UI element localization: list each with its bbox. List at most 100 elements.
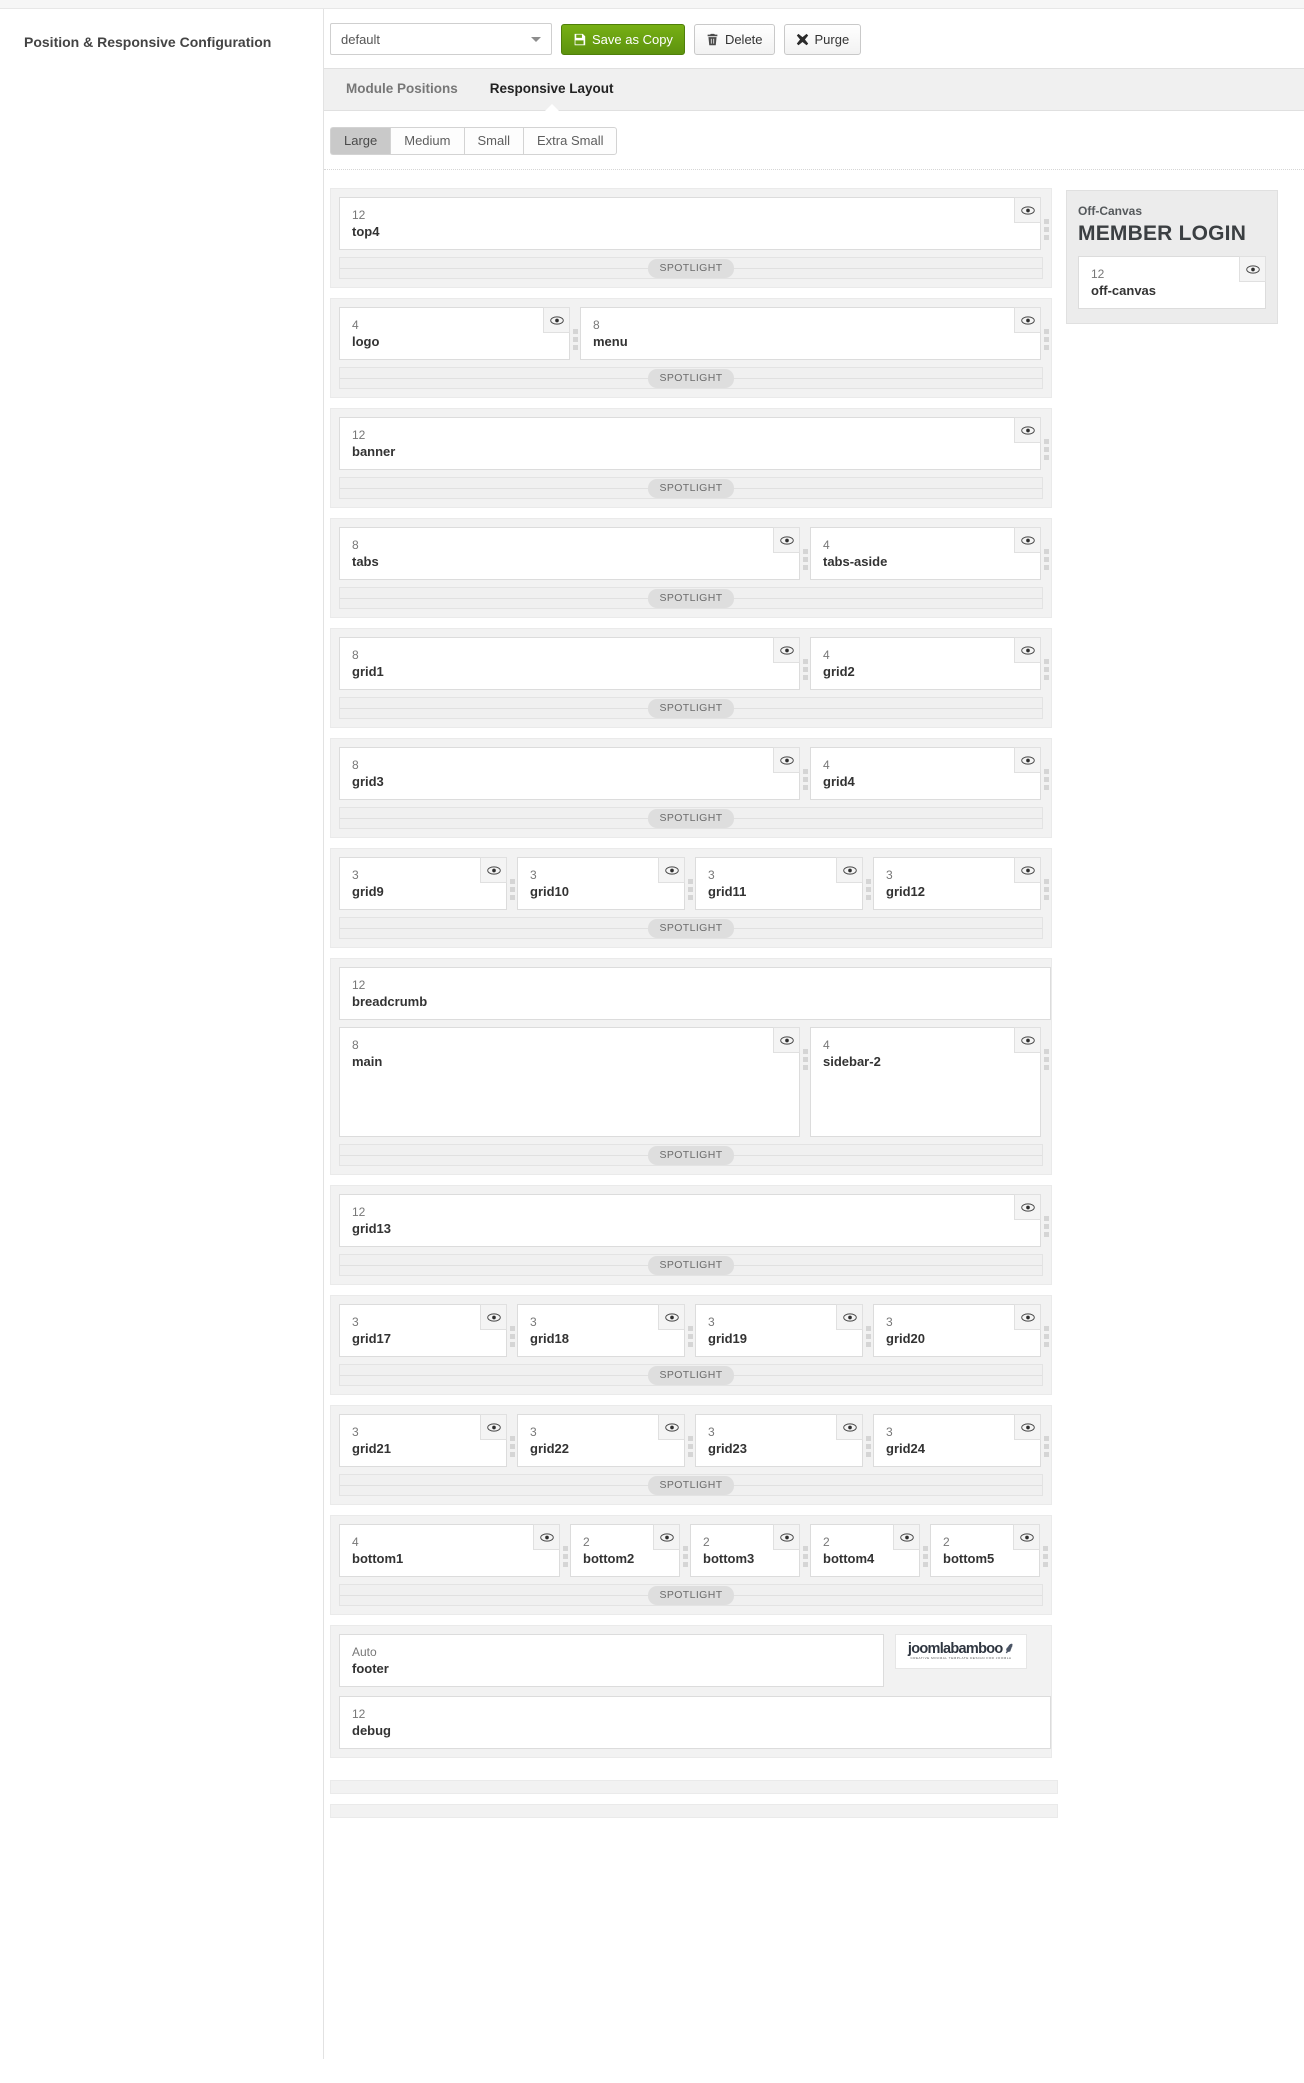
position-block-grid20[interactable]: 3 grid20 (873, 1304, 1041, 1357)
drag-handle-icon[interactable] (1041, 417, 1051, 470)
eye-icon[interactable] (836, 1414, 863, 1440)
position-block-tabs-aside[interactable]: 4 tabs-aside (810, 527, 1041, 580)
delete-button[interactable]: Delete (693, 23, 775, 55)
eye-icon[interactable] (773, 1524, 800, 1550)
position-block-main[interactable]: 8 main (339, 1027, 800, 1137)
drag-handle-icon[interactable] (1040, 1524, 1050, 1577)
position-block-grid19[interactable]: 3 grid19 (695, 1304, 863, 1357)
breakpoint-small[interactable]: Small (463, 127, 524, 155)
position-block-grid11[interactable]: 3 grid11 (695, 857, 863, 910)
position-block-grid10[interactable]: 3 grid10 (517, 857, 685, 910)
eye-icon[interactable] (1014, 417, 1041, 443)
drag-handle-icon[interactable] (863, 857, 873, 910)
drag-handle-icon[interactable] (1041, 197, 1051, 250)
position-block-bottom3[interactable]: 2 bottom3 (690, 1524, 800, 1577)
position-block-grid13[interactable]: 12 grid13 (339, 1194, 1041, 1247)
drag-handle-icon[interactable] (800, 747, 810, 800)
drag-handle-icon[interactable] (1041, 527, 1051, 580)
eye-icon[interactable] (480, 1304, 507, 1330)
eye-icon[interactable] (1014, 307, 1041, 333)
spotlight-pill[interactable]: SPOTLIGHT (648, 1145, 734, 1165)
eye-icon[interactable] (653, 1524, 680, 1550)
tab-responsive-layout[interactable]: Responsive Layout (474, 68, 630, 111)
spotlight-pill[interactable]: SPOTLIGHT (648, 1475, 734, 1495)
save-as-copy-button[interactable]: Save as Copy (561, 23, 685, 55)
spotlight-pill[interactable]: SPOTLIGHT (648, 478, 734, 498)
drag-handle-icon[interactable] (800, 1027, 810, 1137)
position-block-grid17[interactable]: 3 grid17 (339, 1304, 507, 1357)
position-block-footer[interactable]: Auto footer (339, 1634, 884, 1687)
eye-icon[interactable] (836, 1304, 863, 1330)
eye-icon[interactable] (1014, 857, 1041, 883)
spotlight-pill[interactable]: SPOTLIGHT (648, 1255, 734, 1275)
eye-icon[interactable] (1014, 1194, 1041, 1220)
spotlight-pill[interactable]: SPOTLIGHT (648, 588, 734, 608)
position-block-debug[interactable]: 12 debug (339, 1696, 1051, 1749)
tab-module-positions[interactable]: Module Positions (330, 68, 474, 110)
eye-icon[interactable] (658, 1414, 685, 1440)
drag-handle-icon[interactable] (800, 527, 810, 580)
eye-icon[interactable] (1239, 256, 1266, 282)
drag-handle-icon[interactable] (1041, 857, 1051, 910)
position-block-menu[interactable]: 8 menu (580, 307, 1041, 360)
spotlight-pill[interactable]: SPOTLIGHT (648, 258, 734, 278)
position-block-top4[interactable]: 12 top4 (339, 197, 1041, 250)
eye-icon[interactable] (1014, 637, 1041, 663)
spotlight-pill[interactable]: SPOTLIGHT (648, 1365, 734, 1385)
eye-icon[interactable] (773, 1027, 800, 1053)
style-select[interactable]: default (330, 23, 552, 55)
eye-icon[interactable] (773, 637, 800, 663)
drag-handle-icon[interactable] (800, 637, 810, 690)
spotlight-pill[interactable]: SPOTLIGHT (648, 1585, 734, 1605)
eye-icon[interactable] (543, 307, 570, 333)
position-block-off-canvas[interactable]: 12 off-canvas (1078, 256, 1266, 309)
eye-icon[interactable] (773, 527, 800, 553)
spotlight-pill[interactable]: SPOTLIGHT (648, 918, 734, 938)
position-block-grid2[interactable]: 4 grid2 (810, 637, 1041, 690)
position-block-bottom2[interactable]: 2 bottom2 (570, 1524, 680, 1577)
eye-icon[interactable] (773, 747, 800, 773)
drag-handle-icon[interactable] (1041, 1027, 1051, 1137)
drag-handle-icon[interactable] (1041, 1414, 1051, 1467)
eye-icon[interactable] (480, 857, 507, 883)
breakpoint-large[interactable]: Large (330, 127, 391, 155)
drag-handle-icon[interactable] (560, 1524, 570, 1577)
position-block-grid3[interactable]: 8 grid3 (339, 747, 800, 800)
eye-icon[interactable] (1014, 747, 1041, 773)
eye-icon[interactable] (1013, 1524, 1040, 1550)
drag-handle-icon[interactable] (685, 857, 695, 910)
drag-handle-icon[interactable] (570, 307, 580, 360)
eye-icon[interactable] (1014, 1027, 1041, 1053)
spotlight-pill[interactable]: SPOTLIGHT (648, 698, 734, 718)
position-block-grid12[interactable]: 3 grid12 (873, 857, 1041, 910)
drag-handle-icon[interactable] (1041, 1304, 1051, 1357)
drag-handle-icon[interactable] (1041, 637, 1051, 690)
spotlight-pill[interactable]: SPOTLIGHT (648, 808, 734, 828)
position-block-tabs[interactable]: 8 tabs (339, 527, 800, 580)
eye-icon[interactable] (658, 857, 685, 883)
position-block-grid1[interactable]: 8 grid1 (339, 637, 800, 690)
drag-handle-icon[interactable] (507, 1414, 517, 1467)
eye-icon[interactable] (836, 857, 863, 883)
drag-handle-icon[interactable] (800, 1524, 810, 1577)
eye-icon[interactable] (658, 1304, 685, 1330)
position-block-grid23[interactable]: 3 grid23 (695, 1414, 863, 1467)
eye-icon[interactable] (533, 1524, 560, 1550)
spotlight-pill[interactable]: SPOTLIGHT (648, 368, 734, 388)
drag-handle-icon[interactable] (685, 1414, 695, 1467)
position-block-bottom5[interactable]: 2 bottom5 (930, 1524, 1040, 1577)
eye-icon[interactable] (1014, 1414, 1041, 1440)
position-block-grid21[interactable]: 3 grid21 (339, 1414, 507, 1467)
eye-icon[interactable] (480, 1414, 507, 1440)
position-block-grid4[interactable]: 4 grid4 (810, 747, 1041, 800)
eye-icon[interactable] (1014, 197, 1041, 223)
drag-handle-icon[interactable] (863, 1304, 873, 1357)
position-block-grid18[interactable]: 3 grid18 (517, 1304, 685, 1357)
drag-handle-icon[interactable] (1041, 307, 1051, 360)
position-block-bottom1[interactable]: 4 bottom1 (339, 1524, 560, 1577)
breakpoint-extra-small[interactable]: Extra Small (523, 127, 618, 155)
position-block-sidebar-2[interactable]: 4 sidebar-2 (810, 1027, 1041, 1137)
drag-handle-icon[interactable] (1041, 1194, 1051, 1247)
drag-handle-icon[interactable] (507, 857, 517, 910)
drag-handle-icon[interactable] (920, 1524, 930, 1577)
